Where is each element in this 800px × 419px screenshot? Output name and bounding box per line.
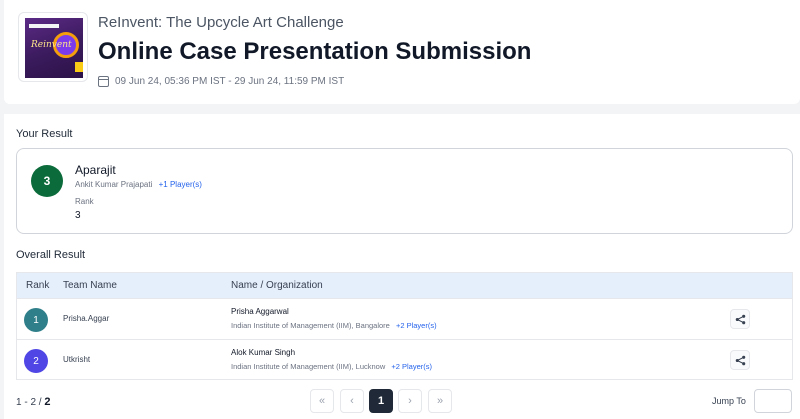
results-card: Your Result 3 Aparajit Ankit Kumar Praja… [4,114,800,419]
extra-players-link[interactable]: +1 Player(s) [159,180,202,189]
previous-page-button[interactable]: ‹ [340,389,364,413]
event-subtitle: ReInvent: The Upcycle Art Challenge [98,14,344,31]
team-name: Aparajit [75,163,116,177]
page-button-current[interactable]: 1 [369,389,393,413]
column-header-rank: Rank [26,280,50,291]
last-page-button[interactable]: » [428,389,452,413]
row-person-name: Prisha Aggarwal [231,307,289,316]
row-person-name: Alok Kumar Singh [231,348,296,357]
results-count: 1 - 2 / 2 [16,396,50,408]
poster-image: Reinvent [25,18,83,78]
row-team-name: Prisha.Aggar [63,314,110,323]
event-dates: 09 Jun 24, 05:36 PM IST - 29 Jun 24, 11:… [98,76,344,87]
row-rank-badge: 2 [24,349,48,373]
row-extra-players-link[interactable]: +2 Player(s) [391,362,432,371]
share-icon [735,314,745,324]
event-thumbnail[interactable]: Reinvent [18,12,88,82]
your-result-box: 3 Aparajit Ankit Kumar Prajapati +1 Play… [16,148,793,234]
jump-to-label: Jump To [712,396,746,406]
results-total: 2 [44,396,51,408]
event-header: Reinvent ReInvent: The Upcycle Art Chall… [4,0,800,104]
rank-badge: 3 [31,165,63,197]
column-header-organization: Name / Organization [231,280,323,291]
rank-label: Rank [75,197,94,206]
row-rank-badge: 1 [24,308,48,332]
table-row: 1 Prisha.Aggar Prisha Aggarwal Indian In… [17,298,792,339]
table-row: 2 Utkrisht Alok Kumar Singh Indian Insti… [17,339,792,380]
member-name: Ankit Kumar Prajapati [75,180,153,189]
column-header-team: Team Name [63,280,117,291]
first-page-button[interactable]: « [310,389,334,413]
share-button[interactable] [730,309,750,329]
row-team-name: Utkrisht [63,355,91,364]
row-organization: Indian Institute of Management (IIM), Lu… [231,362,432,371]
team-members: Ankit Kumar Prajapati +1 Player(s) [75,180,202,189]
page-title: Online Case Presentation Submission [98,38,532,65]
results-range: 1 - 2 / [16,397,42,408]
next-page-button[interactable]: › [398,389,422,413]
share-icon [735,355,745,365]
calendar-icon [98,76,109,87]
row-organization: Indian Institute of Management (IIM), Ba… [231,321,437,330]
share-button[interactable] [730,350,750,370]
event-dates-text: 09 Jun 24, 05:36 PM IST - 29 Jun 24, 11:… [115,76,345,87]
overall-result-heading: Overall Result [16,249,86,261]
your-result-heading: Your Result [16,128,73,140]
table-header: Rank Team Name Name / Organization [17,273,792,298]
row-extra-players-link[interactable]: +2 Player(s) [396,321,437,330]
row-organization-text: Indian Institute of Management (IIM), Ba… [231,321,390,330]
row-organization-text: Indian Institute of Management (IIM), Lu… [231,362,386,371]
jump-to-input[interactable] [754,389,792,413]
results-table: Rank Team Name Name / Organization 1 Pri… [16,272,793,380]
rank-value: 3 [75,210,81,221]
